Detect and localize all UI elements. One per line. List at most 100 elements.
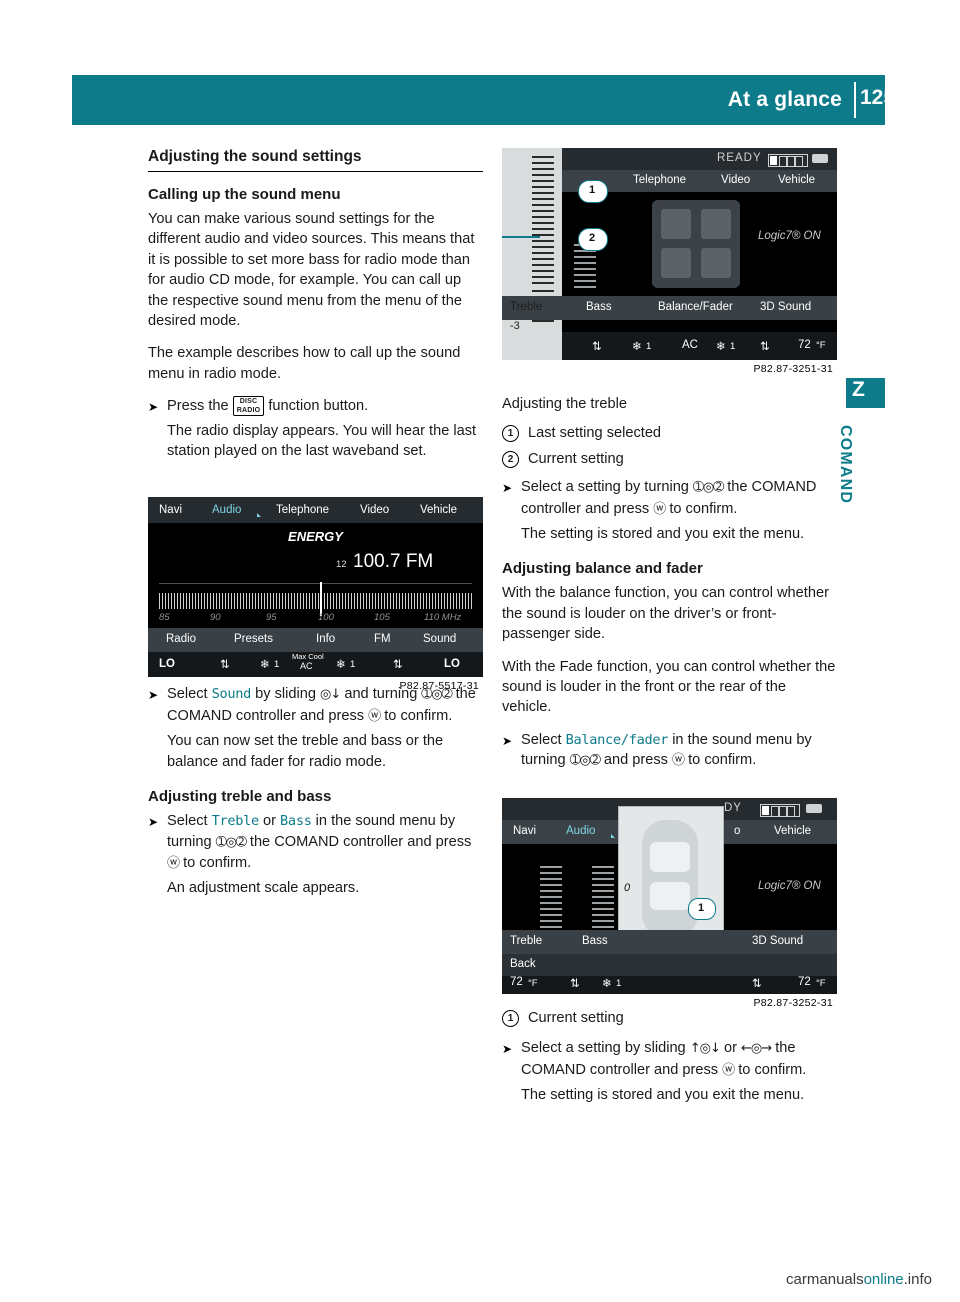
- menu-audio-marker-icon: [257, 513, 261, 517]
- paragraph-sound-settings-intro: You can make various sound settings for …: [148, 211, 475, 330]
- controller-turn-glyph: ➀◎➁: [693, 480, 724, 496]
- subheading-adjusting-balance-fader: Adjusting balance and fader: [502, 560, 703, 578]
- left-column: Adjusting the sound settings Calling up …: [148, 148, 483, 909]
- controller-turn-glyph: ➀◎➁: [421, 687, 452, 703]
- treble-scale-pointer: [502, 236, 540, 238]
- scale-label-110: 110 MHz: [424, 612, 462, 623]
- step-select-setting-turning: ➤ Select a setting by turning ➀◎➁ the CO…: [502, 477, 837, 520]
- balance-climate-bar: [502, 976, 837, 994]
- step-arrow-icon: ➤: [502, 733, 513, 748]
- menu-item-vehicle[interactable]: Vehicle: [778, 174, 815, 186]
- menu-item-video[interactable]: Video: [360, 504, 389, 516]
- controller-press-glyph: ⓦ: [653, 501, 666, 517]
- treble-climate-bar: [562, 332, 837, 360]
- balance-screen: DY Navi Audio Te o Vehicle Logic7® ON: [502, 798, 837, 994]
- step-text-or: or: [723, 1040, 737, 1057]
- menu-item-audio[interactable]: Audio: [212, 504, 241, 516]
- battery-icon: [806, 804, 822, 813]
- legend-number-2: 2: [502, 450, 519, 468]
- radio-screen: Navi Audio Telephone Video Vehicle ENERG…: [148, 497, 483, 677]
- watermark: carmanualsonline.info: [786, 1271, 932, 1288]
- softkey-treble[interactable]: Treble: [510, 935, 542, 947]
- step-text-pre: Select a setting by turning: [521, 479, 689, 496]
- seat-icon-left: ⇅: [220, 659, 230, 671]
- step-text-mid: by sliding: [255, 686, 316, 703]
- fan-level-right: 1: [350, 659, 356, 670]
- controller-slide-horizontal-glyph: ←◎→: [741, 1041, 772, 1057]
- paragraph-fade-function: With the Fade function, you can control …: [502, 658, 836, 716]
- temp-left: 72: [510, 976, 523, 988]
- treble-screen: READY Telephone Video Vehicle Logic7® ON: [502, 148, 837, 360]
- legend-number-1: 1: [502, 425, 519, 443]
- menu-item-navi[interactable]: Navi: [159, 504, 182, 516]
- scale-label-105: 105: [374, 612, 390, 623]
- softkey-info[interactable]: Info: [316, 633, 335, 645]
- menu-item-video[interactable]: Video: [721, 174, 750, 186]
- step-text-pre: Press the: [167, 398, 229, 415]
- watermark-part-3: .info: [903, 1271, 932, 1288]
- controller-slide-down-glyph: ◎↓: [320, 687, 341, 703]
- softkey-back[interactable]: Back: [510, 958, 536, 970]
- menu-item-telephone[interactable]: Telephone: [276, 504, 329, 516]
- paragraph-example-intro: The example describes how to call up the…: [148, 345, 461, 382]
- menu-item-video-partial[interactable]: o: [734, 825, 740, 837]
- step-arrow-icon: ➤: [502, 481, 513, 496]
- disc-radio-function-button-icon: DISC RADIO: [232, 396, 265, 417]
- legend-text-1: Last setting selected: [528, 425, 662, 442]
- softkey-radio[interactable]: Radio: [166, 633, 196, 645]
- climate-status-right: LO: [444, 658, 460, 670]
- menu-word-sound: Sound: [211, 686, 252, 703]
- temp-left-unit: °F: [528, 978, 538, 989]
- signal-bars-icon: [768, 154, 808, 167]
- fan-icon-left: ❄: [632, 341, 642, 353]
- figure-balance-fader-screen: DY Navi Audio Te o Vehicle Logic7® ON: [502, 798, 837, 1009]
- step-text-pre: Select: [521, 731, 562, 748]
- controller-slide-vertical-glyph: ↑◎↓: [689, 1041, 721, 1057]
- controller-turn-glyph: ➀◎➁: [215, 834, 247, 850]
- right-column: READY Telephone Video Vehicle Logic7® ON: [502, 148, 837, 1115]
- step-text-end: to confirm.: [688, 752, 757, 769]
- fan-level-right: 1: [730, 341, 736, 352]
- figure-2-title: Adjusting the treble: [502, 396, 627, 412]
- figure-radio-screen: Navi Audio Telephone Video Vehicle ENERG…: [148, 497, 483, 692]
- controller-press-glyph: ⓦ: [368, 708, 381, 724]
- step-text-mid2: and turning: [344, 686, 418, 703]
- step-text-or: or: [263, 813, 276, 830]
- tuning-scale-ticks: [159, 593, 472, 609]
- controller-turn-glyph: ➀◎➁: [569, 753, 601, 769]
- battery-icon: [812, 154, 828, 163]
- menu-item-vehicle[interactable]: Vehicle: [774, 825, 811, 837]
- softkey-sound[interactable]: Sound: [423, 633, 456, 645]
- climate-status-left: LO: [159, 658, 175, 670]
- status-ready-partial: DY: [724, 802, 742, 814]
- menu-item-telephone[interactable]: Telephone: [633, 174, 686, 186]
- legend-item-2: 2 Current setting: [502, 449, 837, 469]
- softkey-bass[interactable]: Bass: [582, 935, 608, 947]
- softkey-fm[interactable]: FM: [374, 633, 391, 645]
- menu-item-audio[interactable]: Audio: [566, 825, 595, 837]
- legend-item-1: 1 Last setting selected: [502, 423, 837, 443]
- menu-word-treble: Treble: [211, 813, 260, 830]
- station-name: ENERGY: [288, 529, 343, 544]
- softkey-balance-fader[interactable]: Balance/Fader: [658, 301, 733, 313]
- fan-icon-right: ❄: [336, 659, 346, 671]
- softkey-presets[interactable]: Presets: [234, 633, 273, 645]
- step-arrow-icon: ➤: [502, 1042, 513, 1057]
- divider-line: [159, 583, 472, 584]
- temp-right: 72: [798, 976, 811, 988]
- softkey-3d-sound[interactable]: 3D Sound: [752, 935, 803, 947]
- vehicle-side-view-graphic: [642, 820, 698, 938]
- menu-word-bass: Bass: [280, 813, 312, 830]
- softkey-treble[interactable]: Treble: [510, 301, 542, 313]
- menu-item-navi[interactable]: Navi: [513, 825, 536, 837]
- controller-press-glyph: ⓦ: [722, 1062, 735, 1078]
- subheading-calling-up-sound-menu: Calling up the sound menu: [148, 186, 341, 203]
- header-divider: [854, 82, 856, 118]
- softkey-bass[interactable]: Bass: [586, 301, 612, 313]
- menu-item-vehicle[interactable]: Vehicle: [420, 504, 457, 516]
- subheading-adjusting-treble-bass: Adjusting treble and bass: [148, 788, 332, 806]
- legend-text-2: Current setting: [528, 450, 624, 467]
- softkey-3d-sound[interactable]: 3D Sound: [760, 301, 811, 313]
- step-arrow-icon: ➤: [148, 688, 159, 703]
- figure-treble-screen: READY Telephone Video Vehicle Logic7® ON: [502, 148, 837, 375]
